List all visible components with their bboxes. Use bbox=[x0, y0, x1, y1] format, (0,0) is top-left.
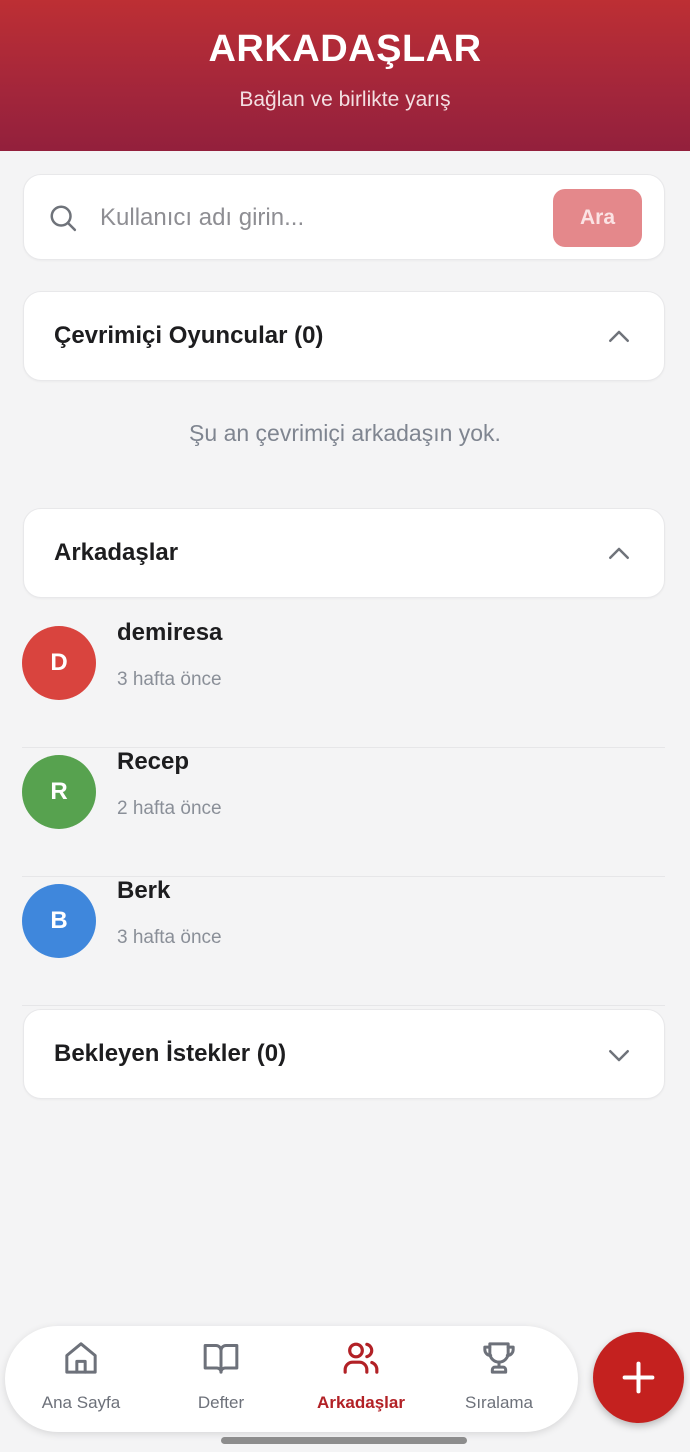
search-input[interactable] bbox=[100, 195, 540, 241]
friends-screen: ARKADAŞLAR Bağlan ve birlikte yarış Ara … bbox=[0, 0, 690, 1452]
avatar: R bbox=[22, 755, 96, 829]
chevron-up-icon bbox=[609, 330, 629, 342]
nav-item-leaderboard[interactable]: Sıralama bbox=[429, 1326, 569, 1432]
trophy-icon bbox=[483, 1342, 515, 1374]
nav-item-notebook[interactable]: Defter bbox=[151, 1326, 291, 1432]
friends-header[interactable]: Arkadaşlar bbox=[23, 508, 665, 598]
friend-last-seen: 3 hafta önce bbox=[117, 927, 222, 948]
nav-item-home[interactable]: Ana Sayfa bbox=[11, 1326, 151, 1432]
plus-icon bbox=[622, 1361, 655, 1394]
search-bar: Ara bbox=[23, 174, 665, 260]
nav-item-friends[interactable]: Arkadaşlar bbox=[291, 1326, 431, 1432]
chevron-down-icon bbox=[609, 1050, 629, 1062]
search-icon bbox=[50, 205, 77, 232]
page-title: ARKADAŞLAR bbox=[208, 28, 482, 70]
friend-name: demiresa bbox=[117, 619, 223, 646]
add-button[interactable] bbox=[593, 1332, 684, 1423]
divider bbox=[22, 1005, 665, 1006]
friend-last-seen: 3 hafta önce bbox=[117, 669, 222, 690]
nav-label: Arkadaşlar bbox=[317, 1393, 405, 1412]
home-indicator bbox=[221, 1437, 467, 1444]
page-subtitle: Bağlan ve birlikte yarış bbox=[239, 88, 451, 111]
users-icon bbox=[343, 1342, 379, 1374]
avatar: D bbox=[22, 626, 96, 700]
pending-requests-header[interactable]: Bekleyen İstekler (0) bbox=[23, 1009, 665, 1099]
chevron-up-icon bbox=[609, 547, 629, 559]
friend-name: Berk bbox=[117, 877, 171, 904]
online-players-title: Çevrimiçi Oyuncular (0) bbox=[54, 322, 324, 349]
friend-row[interactable]: B Berk 3 hafta önce bbox=[22, 877, 665, 1006]
home-icon bbox=[65, 1342, 97, 1374]
friend-last-seen: 2 hafta önce bbox=[117, 798, 222, 819]
nav-label: Sıralama bbox=[464, 1393, 534, 1412]
avatar: B bbox=[22, 884, 96, 958]
search-button[interactable]: Ara bbox=[553, 189, 642, 247]
nav-label: Defter bbox=[197, 1393, 245, 1412]
online-players-header[interactable]: Çevrimiçi Oyuncular (0) bbox=[23, 291, 665, 381]
online-empty-message: Şu an çevrimiçi arkadaşın yok. bbox=[189, 420, 501, 446]
pending-requests-title: Bekleyen İstekler (0) bbox=[54, 1040, 287, 1067]
nav-label: Ana Sayfa bbox=[41, 1393, 121, 1412]
header: ARKADAŞLAR Bağlan ve birlikte yarış bbox=[0, 0, 690, 151]
bottom-nav: Ana Sayfa Defter Arkadaşlar Sıralama bbox=[5, 1326, 578, 1432]
friend-row[interactable]: D demiresa 3 hafta önce bbox=[22, 619, 665, 748]
friends-title: Arkadaşlar bbox=[54, 539, 179, 566]
friend-row[interactable]: R Recep 2 hafta önce bbox=[22, 748, 665, 877]
book-icon bbox=[203, 1344, 239, 1374]
friend-name: Recep bbox=[117, 748, 190, 775]
